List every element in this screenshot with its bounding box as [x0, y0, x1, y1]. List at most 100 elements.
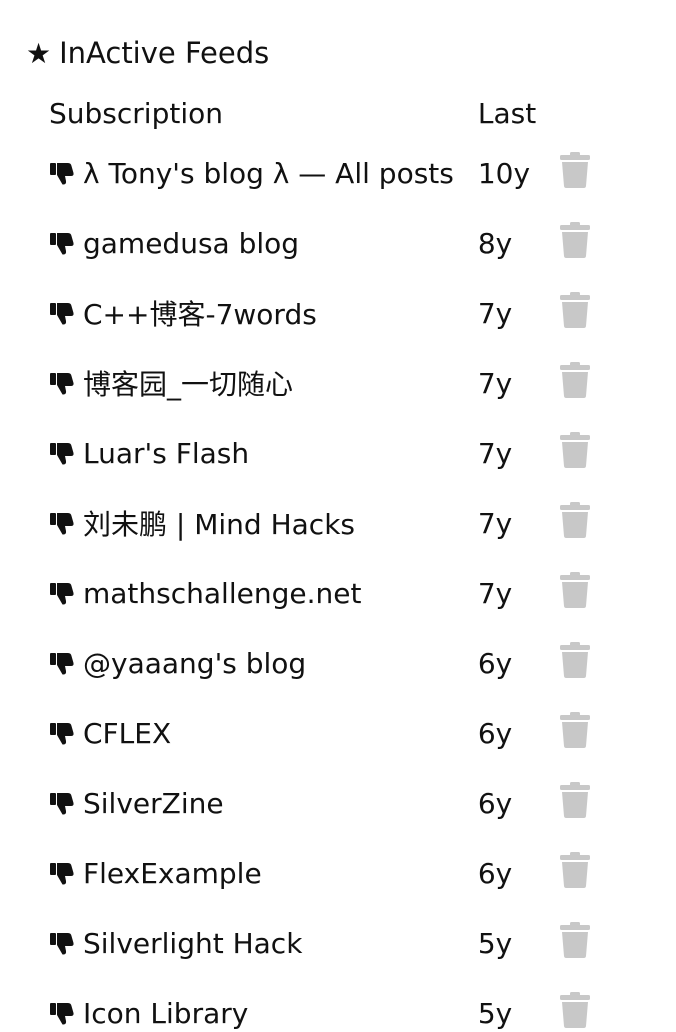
feed-last-updated: 6y	[477, 646, 513, 680]
table-row: Icon Library 5y	[37, 978, 602, 1032]
feed-last-updated: 7y	[477, 576, 513, 610]
trash-icon[interactable]	[560, 781, 591, 818]
table-row: C++博客-7words 7y	[37, 278, 602, 348]
table-row: λ Tony's blog λ — All posts 10y	[37, 138, 602, 208]
column-header-last: Last	[477, 96, 537, 130]
delete-cell	[548, 278, 602, 348]
feed-name[interactable]: mathschallenge.net	[83, 577, 361, 610]
trash-icon[interactable]	[560, 641, 591, 678]
table-row: Luar's Flash 7y	[37, 418, 602, 488]
feed-name[interactable]: Icon Library	[83, 997, 248, 1030]
trash-icon[interactable]	[560, 991, 591, 1028]
thumbs-down-icon	[49, 230, 75, 256]
feed-name-cell: C++博客-7words	[37, 278, 466, 348]
feed-last-updated: 5y	[477, 996, 513, 1030]
delete-cell	[548, 138, 602, 208]
trash-icon[interactable]	[560, 711, 591, 748]
feed-name-cell: λ Tony's blog λ — All posts	[37, 138, 466, 208]
feed-name[interactable]: SilverZine	[83, 787, 224, 820]
table-row: mathschallenge.net 7y	[37, 558, 602, 628]
feed-name-cell: gamedusa blog	[37, 208, 466, 278]
section-title: ★ InActive Feeds	[26, 30, 269, 76]
table-row: FlexExample 6y	[37, 838, 602, 908]
delete-cell	[548, 418, 602, 488]
thumbs-down-icon	[49, 580, 75, 606]
thumbs-down-icon	[49, 1000, 75, 1026]
feed-list: λ Tony's blog λ — All posts 10y gamedusa b…	[37, 138, 602, 1032]
feed-last-updated: 10y	[477, 156, 531, 190]
feed-last-updated: 7y	[477, 436, 513, 470]
trash-icon[interactable]	[560, 851, 591, 888]
feed-name-cell: 博客园_一切随心	[37, 348, 466, 418]
trash-icon[interactable]	[560, 501, 591, 538]
feed-name[interactable]: Silverlight Hack	[83, 927, 302, 960]
thumbs-down-icon	[49, 440, 75, 466]
table-row: Silverlight Hack 5y	[37, 908, 602, 978]
table-row: SilverZine 6y	[37, 768, 602, 838]
trash-icon[interactable]	[560, 361, 591, 398]
feed-name[interactable]: Luar's Flash	[83, 437, 249, 470]
thumbs-down-icon	[49, 720, 75, 746]
feed-name-cell: Silverlight Hack	[37, 908, 466, 978]
thumbs-down-icon	[49, 300, 75, 326]
feed-name-cell: FlexExample	[37, 838, 466, 908]
feed-name-cell: Icon Library	[37, 978, 466, 1032]
table-row: CFLEX 6y	[37, 698, 602, 768]
thumbs-down-icon	[49, 930, 75, 956]
delete-cell	[548, 488, 602, 558]
delete-cell	[548, 838, 602, 908]
feed-last-updated: 7y	[477, 296, 513, 330]
feed-last-updated: 6y	[477, 856, 513, 890]
delete-cell	[548, 978, 602, 1032]
feeds-table: Subscription Last λ Tony's blog λ — All …	[37, 88, 602, 1032]
table-row: 刘未鹏 | Mind Hacks 7y	[37, 488, 602, 558]
trash-icon[interactable]	[560, 431, 591, 468]
trash-icon[interactable]	[560, 571, 591, 608]
thumbs-down-icon	[49, 370, 75, 396]
feed-last-updated: 7y	[477, 366, 513, 400]
star-icon: ★	[26, 36, 52, 70]
thumbs-down-icon	[49, 790, 75, 816]
feed-last-updated: 6y	[477, 716, 513, 750]
trash-icon[interactable]	[560, 291, 591, 328]
feed-name[interactable]: CFLEX	[83, 717, 171, 750]
delete-cell	[548, 348, 602, 418]
feed-last-updated: 8y	[477, 226, 513, 260]
inactive-feeds-page: ★ InActive Feeds Subscription Last λ Ton…	[0, 0, 676, 1032]
feed-name-cell: 刘未鹏 | Mind Hacks	[37, 488, 466, 558]
section-title-text: InActive Feeds	[59, 36, 270, 70]
feed-last-updated: 5y	[477, 926, 513, 960]
table-header-row: Subscription Last	[37, 88, 602, 138]
feed-name-cell: CFLEX	[37, 698, 466, 768]
feed-last-updated: 6y	[477, 786, 513, 820]
feed-name-cell: @yaaang's blog	[37, 628, 466, 698]
feed-name-cell: Luar's Flash	[37, 418, 466, 488]
feed-name-cell: SilverZine	[37, 768, 466, 838]
trash-icon[interactable]	[560, 921, 591, 958]
trash-icon[interactable]	[560, 151, 591, 188]
feed-name[interactable]: C++博客-7words	[83, 293, 317, 333]
feed-name[interactable]: @yaaang's blog	[83, 647, 306, 680]
trash-icon[interactable]	[560, 221, 591, 258]
table-row: 博客园_一切随心 7y	[37, 348, 602, 418]
thumbs-down-icon	[49, 160, 75, 186]
thumbs-down-icon	[49, 860, 75, 886]
feed-name[interactable]: 刘未鹏 | Mind Hacks	[83, 503, 355, 543]
delete-cell	[548, 558, 602, 628]
table-row: gamedusa blog 8y	[37, 208, 602, 278]
delete-cell	[548, 908, 602, 978]
feed-name[interactable]: λ Tony's blog λ — All posts	[83, 157, 454, 190]
delete-cell	[548, 698, 602, 768]
feed-name[interactable]: FlexExample	[83, 857, 262, 890]
thumbs-down-icon	[49, 510, 75, 536]
feed-name[interactable]: 博客园_一切随心	[83, 363, 293, 403]
column-header-delete	[548, 88, 602, 138]
feed-name[interactable]: gamedusa blog	[83, 227, 299, 260]
feed-name-cell: mathschallenge.net	[37, 558, 466, 628]
delete-cell	[548, 208, 602, 278]
thumbs-down-icon	[49, 650, 75, 676]
feed-last-updated: 7y	[477, 506, 513, 540]
delete-cell	[548, 628, 602, 698]
table-row: @yaaang's blog 6y	[37, 628, 602, 698]
delete-cell	[548, 768, 602, 838]
